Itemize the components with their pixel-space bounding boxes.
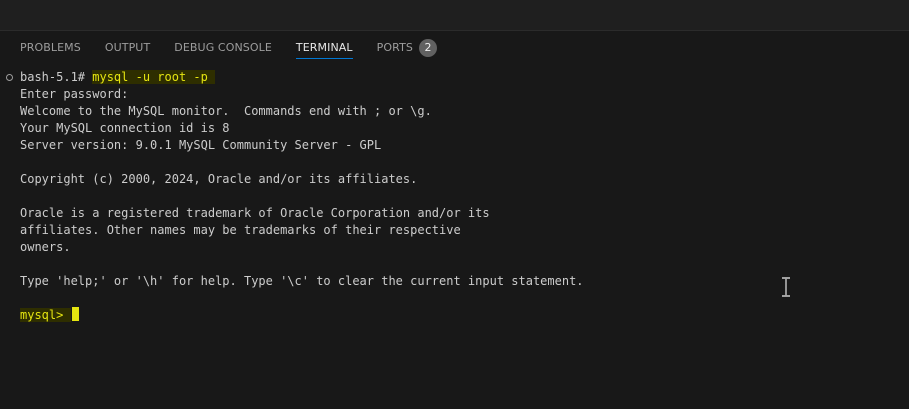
editor-area-edge xyxy=(0,0,909,31)
tab-ports[interactable]: PORTS 2 xyxy=(377,31,437,64)
mysql-input-line[interactable]: mysql> xyxy=(20,307,79,324)
tab-output-label: OUTPUT xyxy=(104,41,151,54)
tab-problems[interactable]: PROBLEMS xyxy=(20,31,81,64)
terminal-command-line: bash-5.1# mysql -u root -p xyxy=(20,69,216,86)
tab-ports-label: PORTS xyxy=(376,41,413,54)
panel-tab-bar: PROBLEMS OUTPUT DEBUG CONSOLE TERMINAL P… xyxy=(0,31,909,64)
text-ibeam-cursor-icon xyxy=(782,277,790,297)
mysql-prompt: mysql> xyxy=(20,308,71,322)
terminal-output[interactable]: bash-5.1# mysql -u root -p Enter passwor… xyxy=(0,69,909,409)
command-decoration-icon[interactable] xyxy=(6,74,13,81)
terminal-line: Welcome to the MySQL monitor. Commands e… xyxy=(20,104,432,118)
terminal-line: Your MySQL connection id is 8 xyxy=(20,121,230,135)
terminal-cursor xyxy=(71,307,79,321)
tab-terminal[interactable]: TERMINAL xyxy=(295,31,353,64)
terminal-line: owners. xyxy=(20,240,71,254)
terminal-line: Oracle is a registered trademark of Orac… xyxy=(20,206,490,220)
tab-output[interactable]: OUTPUT xyxy=(105,31,150,64)
terminal-line: Enter password: xyxy=(20,87,129,101)
terminal-line: affiliates. Other names may be trademark… xyxy=(20,223,461,237)
tab-terminal-label: TERMINAL xyxy=(295,41,353,54)
tab-problems-label: PROBLEMS xyxy=(20,41,81,54)
terminal-line: Copyright (c) 2000, 2024, Oracle and/or … xyxy=(20,172,418,186)
shell-prompt: bash-5.1# xyxy=(20,70,93,84)
ports-count-badge: 2 xyxy=(419,38,437,57)
terminal-line: Server version: 9.0.1 MySQL Community Se… xyxy=(20,138,382,152)
terminal-line: Type 'help;' or '\h' for help. Type '\c'… xyxy=(20,274,584,288)
shell-command: mysql -u root -p xyxy=(92,70,216,84)
tab-debug-console[interactable]: DEBUG CONSOLE xyxy=(174,31,272,64)
tab-debug-console-label: DEBUG CONSOLE xyxy=(174,41,272,54)
